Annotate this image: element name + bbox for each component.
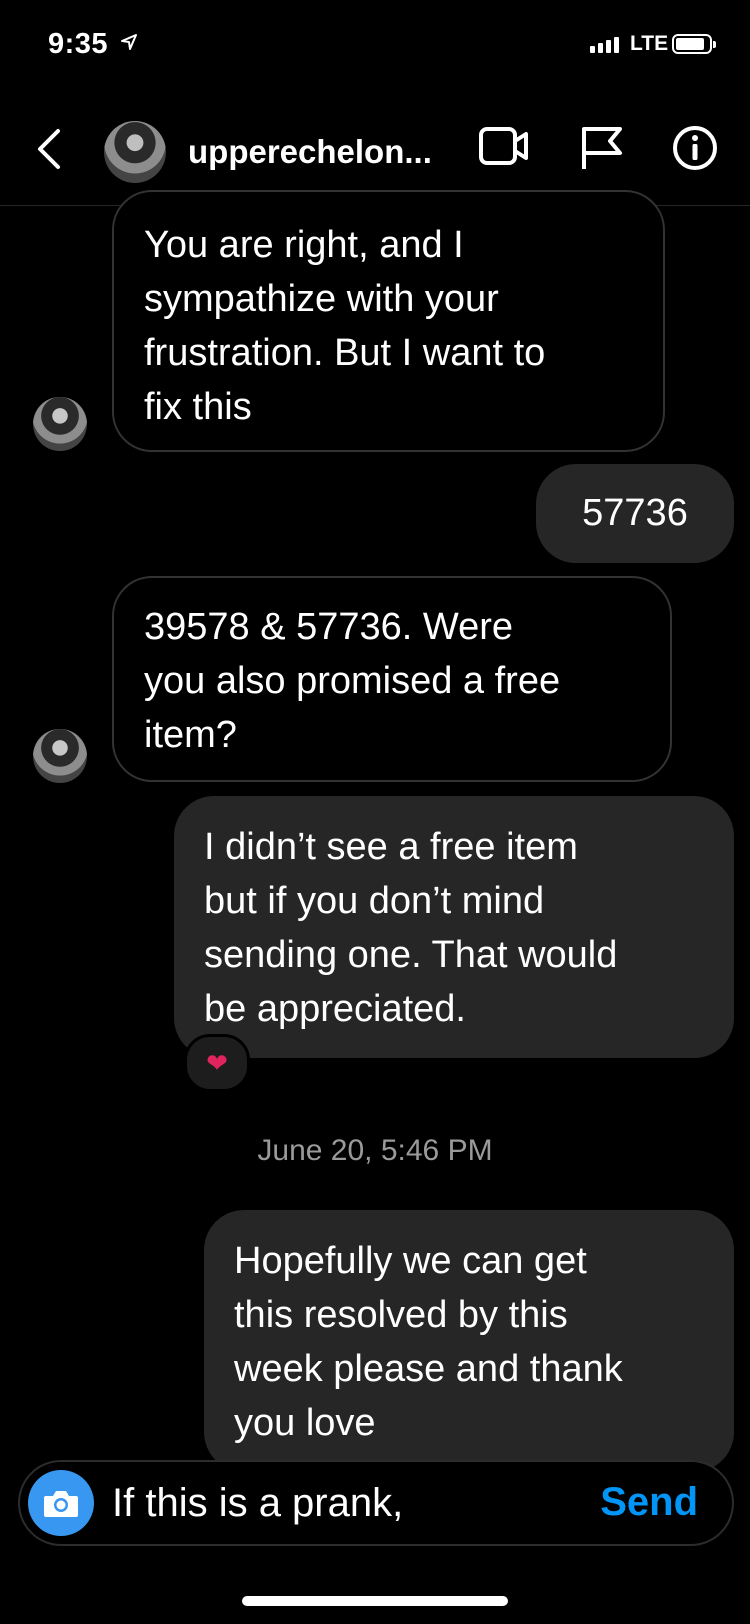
avatar[interactable] [33, 729, 87, 783]
message-bubble-outgoing[interactable]: I didn’t see a free item but if you don’… [174, 796, 734, 1058]
message-timestamp: June 20, 5:46 PM [257, 1134, 493, 1167]
message-composer: Send [18, 1460, 734, 1546]
heart-reaction-icon[interactable]: ❤ [184, 1034, 250, 1092]
message-text: I didn’t see a free item but if you don’… [204, 826, 618, 1030]
status-time: 9:35 [48, 28, 109, 60]
status-bar: 9:35 LTE [0, 0, 750, 90]
message-text: You are right, and I sympathize with you… [144, 224, 546, 428]
location-arrow-icon [120, 33, 138, 56]
chat-username[interactable]: upperechelon... [188, 133, 432, 171]
message-bubble-incoming[interactable]: You are right, and I sympathize with you… [112, 190, 665, 452]
avatar[interactable] [33, 397, 87, 451]
message-input[interactable] [112, 1476, 542, 1530]
message-text: 57736 [582, 492, 688, 534]
avatar[interactable] [104, 121, 166, 183]
network-label: LTE [630, 32, 669, 55]
message-text: Hopefully we can get this resolved by th… [234, 1240, 623, 1444]
send-button[interactable]: Send [600, 1480, 698, 1525]
info-icon[interactable] [672, 125, 718, 176]
battery-icon [672, 34, 716, 54]
home-indicator [242, 1596, 508, 1606]
message-bubble-outgoing[interactable]: Hopefully we can get this resolved by th… [204, 1210, 734, 1472]
video-call-icon[interactable] [478, 125, 530, 172]
flag-icon[interactable] [580, 125, 624, 176]
signal-icon [590, 37, 619, 53]
camera-icon[interactable] [28, 1470, 94, 1536]
message-bubble-outgoing[interactable]: 57736 [536, 464, 734, 563]
message-text: 39578 & 57736. Were you also promised a … [144, 606, 561, 756]
message-bubble-incoming[interactable]: 39578 & 57736. Were you also promised a … [112, 576, 672, 782]
back-chevron-icon[interactable] [30, 127, 70, 171]
